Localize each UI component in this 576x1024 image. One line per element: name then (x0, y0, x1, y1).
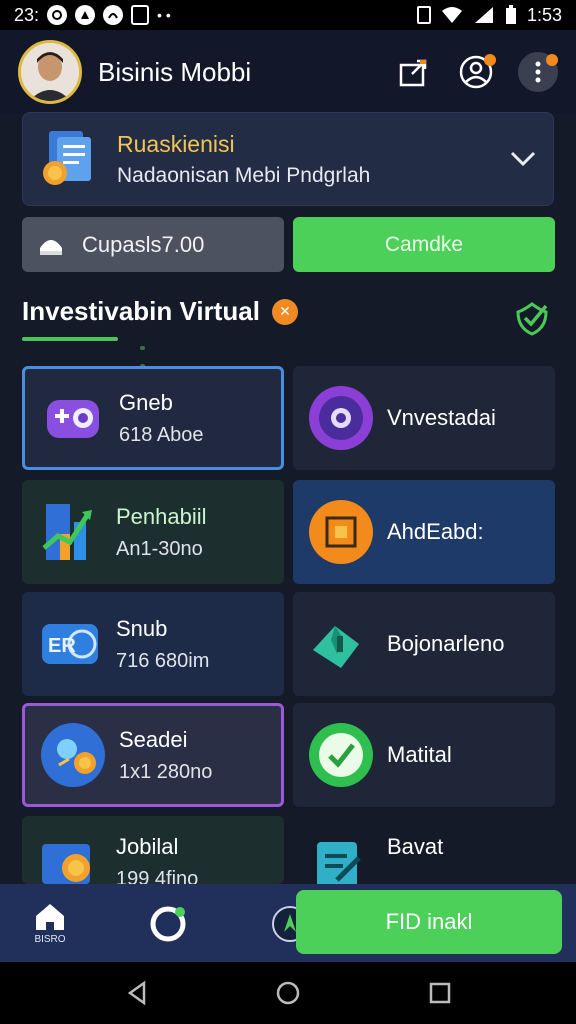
card-name: Gneb (119, 389, 173, 415)
investment-card-penhabiil[interactable]: Penhabiil An1-30no (22, 480, 284, 584)
check-leaf-icon (307, 721, 375, 789)
coin-icon (307, 384, 375, 452)
chevron-down-icon[interactable] (509, 150, 537, 168)
vibrate-icon (416, 6, 431, 24)
card-subtitle: 199 4fino (116, 868, 199, 884)
promo-subtitle: Nadaonisan Mebi Pndgrlah (117, 163, 371, 187)
er-badge-icon: ER (36, 610, 104, 678)
notification-icon (103, 5, 124, 25)
home-icon (36, 904, 64, 930)
section-title: Investivabin Virtual ✕ (22, 296, 298, 327)
card-name: Vnvestadai (387, 405, 496, 430)
recents-icon[interactable] (426, 979, 454, 1007)
notification-icon (75, 5, 96, 25)
app-header: Bisinis Mobbi (0, 30, 576, 114)
primary-action-button[interactable]: Camdke (293, 217, 555, 272)
nav-home[interactable]: BISRO (30, 902, 70, 945)
wallet-icon (40, 239, 62, 255)
profile-button[interactable] (456, 52, 496, 92)
tab-indicator (22, 337, 118, 341)
close-icon[interactable]: ✕ (271, 298, 298, 325)
avatar[interactable] (18, 40, 82, 104)
verified-check-icon[interactable] (512, 298, 552, 338)
investment-card-seadei[interactable]: Seadei 1x1 280no (22, 703, 284, 807)
refresh-circle-icon (150, 906, 186, 942)
back-icon[interactable] (124, 979, 152, 1007)
more-vertical-icon (535, 61, 541, 83)
card-name: Matital (387, 742, 452, 767)
share-icon (399, 59, 427, 87)
svg-text:ER: ER (48, 635, 76, 657)
home-circle-icon[interactable] (274, 979, 302, 1007)
promo-banner[interactable]: Ruaskienisi Nadaonisan Mebi Pndgrlah (22, 112, 554, 206)
card-subtitle: An1-30no (116, 537, 203, 560)
globe-coins-icon (39, 721, 107, 789)
investment-card-gneb[interactable]: Gneb 618 Aboe (22, 366, 284, 470)
signal-icon (474, 7, 493, 23)
investment-card-matital[interactable]: Matital (293, 703, 555, 807)
status-bar: 23: • • 1:53 (0, 0, 576, 30)
card-name: Seadei (119, 726, 188, 752)
card-name: Bojonarleno (387, 631, 505, 656)
card-name: Snub (116, 615, 168, 641)
tab-indicator-dots (140, 337, 176, 368)
app-notification-icon (131, 5, 150, 25)
wallet-coins-icon (36, 834, 104, 884)
balance-label: Cupasls7.00 (82, 231, 205, 257)
card-name: Jobilal (116, 834, 179, 859)
balance-pill[interactable]: Cupasls7.00 (22, 217, 284, 272)
share-button[interactable] (394, 52, 434, 92)
investment-card-jobilal[interactable]: Jobilal 199 4fino (22, 816, 284, 884)
document-edit-icon (307, 834, 375, 884)
card-subtitle: 618 Aboe (119, 423, 204, 446)
card-name: AhdEabd: (387, 519, 484, 544)
battery-icon (505, 5, 516, 24)
notification-badge (484, 54, 496, 66)
more-notifications-icon: • • (157, 7, 171, 23)
frame-icon (307, 498, 375, 566)
documents-coins-icon (43, 131, 91, 185)
bottom-cta-button[interactable]: FID inakl (296, 890, 562, 954)
nav-home-label: BISRO (34, 934, 66, 945)
bottom-nav: BISRO FID inakl (0, 884, 576, 962)
section-title-text: Investivabin Virtual (22, 296, 260, 326)
nav-refresh[interactable] (148, 904, 188, 944)
card-name: Bavat (387, 834, 444, 859)
promo-title: Ruaskienisi (117, 130, 235, 157)
status-time-right: 1:53 (526, 4, 562, 25)
notification-badge (546, 54, 558, 66)
system-nav-bar (0, 962, 576, 1024)
card-subtitle: 716 680im (116, 649, 210, 672)
investment-card-snub[interactable]: ER Snub 716 680im (22, 592, 284, 696)
investment-card-ahdeabd[interactable]: AhdEabd: (293, 480, 555, 584)
status-time-left: 23: (14, 4, 40, 25)
growth-chart-icon (36, 498, 104, 566)
app-title: Bisinis Mobbi (98, 56, 252, 87)
wifi-icon (441, 7, 462, 23)
card-subtitle: 1x1 280no (119, 760, 213, 783)
folded-map-icon (307, 610, 375, 678)
card-name: Penhabiil (116, 503, 207, 529)
investment-card-bojonarleno[interactable]: Bojonarleno (293, 592, 555, 696)
investment-card-bavat[interactable]: Bavat (293, 816, 555, 884)
investment-card-vnvestadai[interactable]: Vnvestadai (293, 366, 555, 470)
more-menu-button[interactable] (518, 52, 558, 92)
notification-icon (47, 5, 68, 25)
gamepad-icon (39, 384, 107, 452)
